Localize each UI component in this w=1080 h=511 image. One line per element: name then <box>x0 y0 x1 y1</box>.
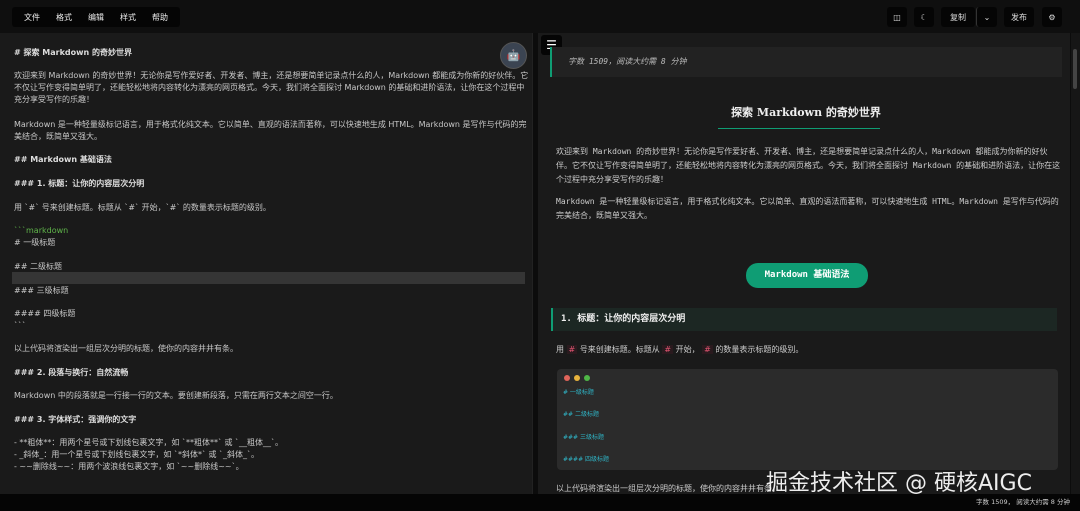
menu-edit[interactable]: 编辑 <box>80 12 112 23</box>
window-dot-green <box>584 375 590 381</box>
current-line-highlight <box>12 272 525 284</box>
editor-line: # 探索 Markdown 的奇妙世界 <box>14 48 132 57</box>
scrollbar-thumb[interactable] <box>1073 49 1077 89</box>
word-count-quote: 字数 1509，阅读大约需 8 分钟 <box>550 47 1062 77</box>
window-dot-yellow <box>574 375 580 381</box>
editor-line: Markdown 中的段落就是一行接一行的文本。要创建新段落，只需在两行文本之间… <box>14 391 338 400</box>
markdown-editor[interactable]: 🤖 # 探索 Markdown 的奇妙世界欢迎来到 Markdown 的奇妙世界… <box>0 33 533 494</box>
preview-paragraph-1: 欢迎来到 Markdown 的奇妙世界！无论你是写作爱好者、开发者、博主，还是想… <box>556 147 1061 184</box>
title-underline <box>718 128 880 129</box>
menu-bar: 文件 格式 编辑 样式 帮助 <box>12 7 180 27</box>
menu-format[interactable]: 格式 <box>48 12 80 23</box>
code-line: ### 三级标题 <box>563 434 604 441</box>
inline-code: # <box>662 345 674 354</box>
editor-line: 美结合，既简单又强大。 <box>14 132 102 141</box>
editor-line: 用 `#` 号来创建标题。标题从 `#` 开始，`#` 的数量表示标题的级别。 <box>14 203 271 212</box>
menu-style[interactable]: 样式 <box>112 12 144 23</box>
text: 的数量表示标题的级别。 <box>715 345 804 354</box>
editor-line: 不仅让写作变得简单明了，还能轻松地将内容转化为漂亮的网页格式。今天，我们将全面探… <box>14 83 525 92</box>
preview-scrollbar[interactable] <box>1071 33 1080 494</box>
text: 开始， <box>675 345 700 354</box>
preview-h3: 1. 标题：让你的内容层次分明 <box>551 308 1057 331</box>
editor-line: ``` <box>14 321 26 330</box>
editor-line: # 一级标题 <box>14 238 56 247</box>
copy-button[interactable]: 复制 <box>941 7 975 27</box>
code-line: # 一级标题 <box>563 389 594 396</box>
editor-line: 欢迎来到 Markdown 的奇妙世界！无论你是写作爱好者、开发者、博主，还是想… <box>14 71 529 80</box>
status-bar: 字数 1509， 阅读大约需 8 分钟 <box>0 494 1080 511</box>
editor-line: - ~~删除线~~：用两个波浪线包裹文字，如 `~~删除线~~`。 <box>14 462 244 471</box>
editor-line: ```markdown <box>14 226 69 235</box>
editor-line: ### 2. 段落与换行：自然流畅 <box>14 368 129 377</box>
menu-help[interactable]: 帮助 <box>144 12 176 23</box>
editor-line: ### 三级标题 <box>14 286 69 295</box>
inline-code: # <box>702 345 713 354</box>
editor-line: ## 二级标题 <box>14 262 62 271</box>
watermark: 掘金技术社区 @ 硬核AIGC <box>766 471 1032 496</box>
code-line: ## 二级标题 <box>563 411 599 418</box>
preview-h2: Markdown 基础语法 <box>746 263 868 288</box>
menu-file[interactable]: 文件 <box>16 12 48 23</box>
text: 号来创建标题。标题从 <box>579 345 660 354</box>
copy-dropdown-chevron-icon[interactable]: ⌄ <box>976 7 997 27</box>
editor-line: ### 3. 字体样式：强调你的文字 <box>14 415 137 424</box>
editor-line: Markdown 是一种轻量级标记语言，用于格式化纯文本。它以简单、直观的语法而… <box>14 120 527 129</box>
window-dot-red <box>564 375 570 381</box>
editor-line: ### 1. 标题：让你的内容层次分明 <box>14 179 145 188</box>
code-block: # 一级标题 ## 二级标题 ### 三级标题 #### 四级标题 <box>557 369 1058 470</box>
editor-line: 充分享受写作的乐趣！ <box>14 95 94 104</box>
preview-paragraph-2: Markdown 是一种轻量级标记语言，用于格式化纯文本。它以简单、直观的语法而… <box>556 197 1059 220</box>
layout-toggle-icon[interactable]: ◫ <box>887 7 907 27</box>
publish-button[interactable]: 发布 <box>1004 7 1034 27</box>
top-toolbar: 文件 格式 编辑 样式 帮助 ◫ ☾ 复制 ⌄ 发布 ⚙ <box>0 0 1080 33</box>
editor-line: ## Markdown 基础语法 <box>14 155 112 164</box>
code-line: #### 四级标题 <box>563 456 610 463</box>
dark-mode-icon[interactable]: ☾ <box>914 7 934 27</box>
editor-line: - **粗体**：用两个星号或下划线包裹文字，如 `**粗体**` 或 `__粗… <box>14 438 284 447</box>
editor-line: #### 四级标题 <box>14 309 76 318</box>
settings-gear-icon[interactable]: ⚙ <box>1042 7 1062 27</box>
ai-assistant-robot-icon[interactable]: 🤖 <box>500 42 527 69</box>
editor-line: 以上代码将渲染出一组层次分明的标题，使你的内容井井有条。 <box>14 344 238 353</box>
inline-code: # <box>566 345 578 354</box>
preview-title: 探索 Markdown 的奇妙世界 <box>731 106 881 119</box>
text: 用 <box>556 345 564 354</box>
editor-line: - _斜体_：用一个星号或下划线包裹文字，如 `*斜体*` 或 `_斜体_`。 <box>14 450 260 459</box>
preview-paragraph-3: 用 # 号来创建标题。标题从 # 开始， # 的数量表示标题的级别。 <box>556 343 1061 357</box>
